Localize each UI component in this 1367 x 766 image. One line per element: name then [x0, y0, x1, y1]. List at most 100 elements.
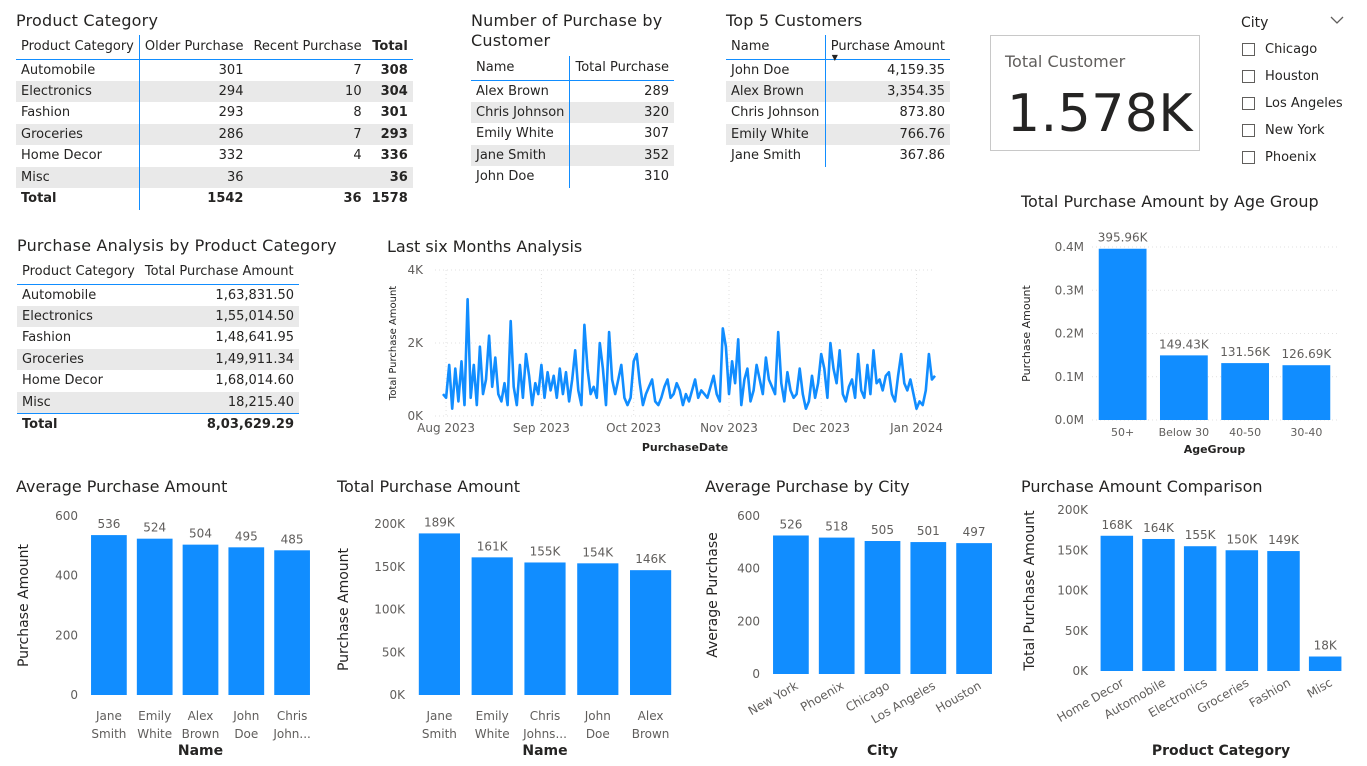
table-row[interactable]: Misc 36 36 [16, 166, 413, 188]
bar[interactable] [773, 535, 809, 674]
y-tick-label: 100K [1057, 584, 1089, 598]
table-cell: Jane Smith [726, 145, 826, 167]
table-row[interactable]: Automobile 301 7 308 [16, 59, 413, 81]
table-row[interactable]: Chris Johnson 320 [471, 101, 674, 123]
total-cell: Total [16, 188, 140, 210]
table-row[interactable]: Groceries 286 7 293 [16, 123, 413, 145]
x-tick-label: Alex [638, 709, 664, 723]
city-option[interactable]: New York [1242, 120, 1325, 140]
table-row[interactable]: Jane Smith 367.86 [726, 145, 950, 167]
data-label: 149K [1268, 533, 1300, 547]
table-cell: 294 [139, 80, 249, 102]
bar[interactable] [1308, 656, 1342, 671]
bar-chart-city: Average Purchase by City 0 200 400 600 526 New… [705, 477, 992, 759]
bar[interactable] [418, 533, 460, 695]
city-option[interactable]: Chicago [1242, 39, 1317, 59]
bar[interactable] [864, 541, 901, 674]
table-row[interactable]: Alex Brown 3,354.35 [726, 80, 950, 102]
bar[interactable] [577, 563, 619, 695]
purchase-by-customer-title-2: Customer [471, 31, 551, 50]
col-total-purchase[interactable]: Total Purchase [570, 56, 674, 80]
city-option-label: Chicago [1265, 41, 1318, 57]
bar[interactable] [1282, 365, 1331, 420]
bar[interactable] [1100, 535, 1134, 671]
bar[interactable] [1098, 248, 1147, 420]
col-older-purchase[interactable]: Older Purchase [139, 35, 248, 59]
table-row[interactable]: Automobile 1,63,831.50 [17, 284, 299, 306]
x-tick-label: John... [272, 727, 311, 741]
bar[interactable] [1183, 546, 1217, 671]
data-label: 131.56K [1220, 345, 1271, 359]
table-cell: Home Decor [22, 373, 103, 389]
bar[interactable] [274, 550, 310, 695]
bar[interactable] [910, 542, 947, 674]
bar[interactable] [471, 557, 513, 695]
col-total-purchase-amount[interactable]: Total Purchase Amount [140, 260, 299, 284]
bar[interactable] [228, 547, 265, 695]
table-row[interactable]: Electronics 294 10 304 [16, 80, 413, 102]
table-cell: 36 [139, 166, 249, 188]
table-row[interactable]: Fashion 293 8 301 [16, 102, 413, 124]
table-row[interactable]: Electronics 1,55,014.50 [17, 305, 299, 327]
y-tick-label: 200K [1057, 503, 1089, 517]
chevron-down-icon[interactable] [1330, 12, 1344, 26]
table-row[interactable]: Emily White 766.76 [726, 123, 950, 145]
x-tick-label: Smith [91, 727, 126, 741]
table-row[interactable]: Home Decor 1,68,014.60 [17, 370, 299, 392]
table-row[interactable]: Fashion 1,48,641.95 [17, 327, 299, 349]
checkbox[interactable] [1242, 123, 1255, 137]
checkbox[interactable] [1242, 42, 1255, 56]
x-tick-label: Dec 2023 [792, 421, 850, 435]
bar[interactable] [524, 562, 566, 695]
table-row[interactable]: John Doe 4,159.35 [726, 59, 950, 81]
bar[interactable] [630, 570, 672, 695]
bar[interactable] [956, 543, 992, 674]
col-product-category[interactable]: Product Category [17, 260, 140, 284]
series-line[interactable] [442, 297, 936, 410]
bar[interactable] [1142, 538, 1175, 671]
x-tick-label: Jane [425, 709, 452, 723]
table-row[interactable]: John Doe 310 [471, 166, 674, 188]
col-recent-purchase[interactable]: Recent Purchase [248, 35, 366, 59]
checkbox[interactable] [1242, 69, 1255, 83]
table-row[interactable]: Home Decor 332 4 336 [16, 145, 413, 167]
table-row[interactable]: Groceries 1,49,911.34 [17, 348, 299, 370]
city-option[interactable]: Los Angeles [1242, 93, 1343, 113]
col-name[interactable]: Name [726, 35, 826, 59]
table-row[interactable]: Misc 18,215.40 [17, 391, 299, 413]
col-name[interactable]: Name [471, 56, 571, 80]
chart-title: Average Purchase Amount [16, 477, 227, 496]
x-tick-label: Doe [586, 727, 610, 741]
table-row[interactable]: Alex Brown 289 [471, 80, 674, 102]
table-cell: Chris Johnson [726, 102, 826, 124]
bar[interactable] [91, 535, 127, 695]
col-total[interactable]: Total [367, 35, 413, 59]
x-tick-label: Below 30 [1159, 426, 1210, 439]
bar[interactable] [1159, 355, 1208, 420]
table-cell: Misc [17, 391, 140, 413]
table-cell: John Doe [726, 59, 826, 81]
col-purchase-amount-label: Purchase Amount [830, 39, 945, 55]
col-purchase-amount[interactable]: Purchase Amount ▼ [825, 35, 950, 61]
table-row[interactable]: Jane Smith 352 [471, 144, 674, 166]
bar[interactable] [1267, 551, 1300, 671]
bar[interactable] [818, 537, 855, 674]
data-label: 189K [424, 515, 456, 529]
table-cell: 766.76 [825, 123, 950, 145]
x-tick-label: 30-40 [1290, 426, 1322, 439]
table-cell: 1,68,014.60 [215, 373, 294, 389]
table-row[interactable]: Emily White 307 [471, 123, 674, 145]
total-cell: 1542 [139, 188, 249, 210]
table-row[interactable]: Chris Johnson 873.80 [726, 102, 950, 124]
bar[interactable] [182, 544, 219, 695]
city-option[interactable]: Houston [1242, 66, 1319, 86]
bar[interactable] [1225, 550, 1259, 671]
x-tick-label: Oct 2023 [606, 421, 661, 435]
checkbox[interactable] [1242, 96, 1255, 110]
checkbox[interactable] [1242, 150, 1255, 164]
bar[interactable] [136, 538, 173, 695]
bar[interactable] [1221, 363, 1270, 420]
table-cell: 308 [380, 62, 408, 78]
city-option[interactable]: Phoenix [1242, 147, 1317, 167]
col-product-category[interactable]: Product Category [16, 35, 140, 59]
